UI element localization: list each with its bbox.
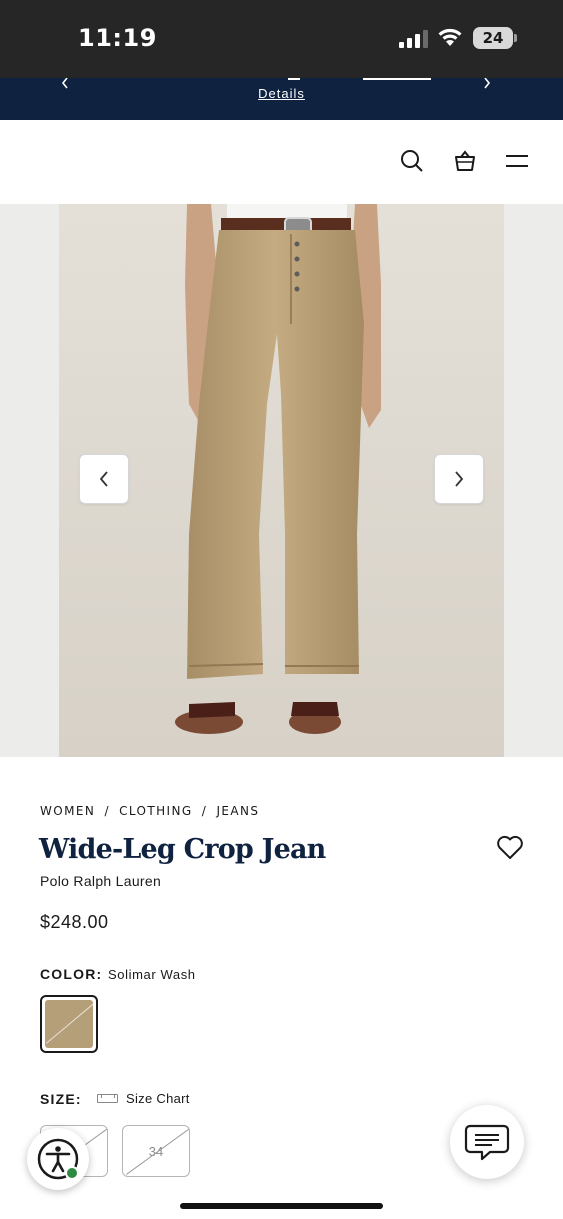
promo-link-fragment[interactable] (363, 78, 431, 80)
chat-bubble-icon (464, 1124, 510, 1161)
color-value: Solimar Wash (108, 967, 196, 982)
size-chart-label: Size Chart (126, 1091, 190, 1106)
breadcrumb: WOMEN / CLOTHING / JEANS (40, 804, 263, 818)
color-label: COLOR: (40, 966, 103, 982)
battery-icon: 24 (473, 27, 517, 49)
site-header (0, 120, 563, 204)
product-price: $248.00 (40, 912, 109, 932)
home-indicator (180, 1203, 383, 1209)
menu-icon[interactable] (504, 148, 530, 174)
ruler-icon (97, 1094, 118, 1103)
promo-banner: Details (0, 77, 563, 120)
promo-text-fragment (288, 78, 300, 80)
breadcrumb-separator: / (104, 804, 110, 818)
wishlist-heart-icon[interactable] (496, 834, 524, 860)
status-bar: 11:19 24 (0, 0, 563, 78)
gallery-prev-button[interactable] (79, 454, 129, 504)
size-option-34[interactable]: 34 (122, 1125, 190, 1177)
color-swatch-selected[interactable] (40, 995, 98, 1053)
shopping-bag-icon[interactable] (452, 148, 478, 174)
wifi-icon (436, 26, 464, 48)
accessibility-button[interactable] (27, 1128, 89, 1190)
gallery-next-button[interactable] (434, 454, 484, 504)
breadcrumb-item-jeans[interactable]: JEANS (216, 804, 259, 818)
product-image-gallery[interactable] (0, 204, 563, 757)
breadcrumb-separator: / (201, 804, 208, 818)
search-icon[interactable] (399, 148, 425, 174)
size-chart-link[interactable]: Size Chart (97, 1091, 190, 1106)
product-title: Wide-Leg Crop Jean (39, 834, 326, 865)
check-badge-icon (65, 1166, 79, 1180)
breadcrumb-item-women[interactable]: WOMEN (40, 804, 95, 818)
chevron-right-icon (455, 471, 464, 487)
product-brand: Polo Ralph Lauren (40, 873, 162, 889)
chat-button[interactable] (450, 1105, 524, 1179)
promo-next-button[interactable] (478, 77, 498, 92)
color-swatch-image (45, 1000, 93, 1048)
chevron-left-icon (99, 471, 108, 487)
cellular-signal-icon (399, 30, 429, 48)
chevron-right-icon (484, 77, 491, 89)
status-time: 11:19 (78, 24, 157, 52)
breadcrumb-item-clothing[interactable]: CLOTHING (119, 804, 192, 818)
size-label: SIZE: (40, 1091, 82, 1107)
